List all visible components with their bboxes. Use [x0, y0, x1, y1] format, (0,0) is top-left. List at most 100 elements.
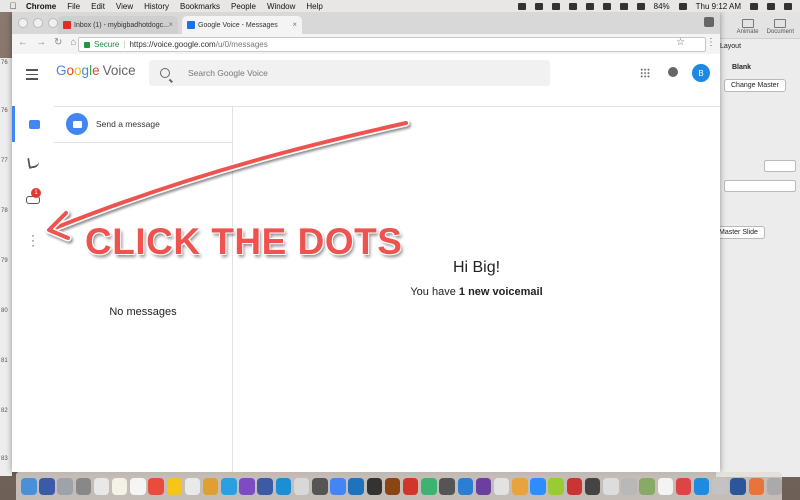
search-icon[interactable]	[750, 2, 758, 10]
menu-help[interactable]: Help	[306, 2, 322, 11]
dock-app-icon[interactable]	[111, 477, 128, 495]
minimize-window-button[interactable]	[33, 18, 43, 28]
tab-document[interactable]: Document	[767, 19, 794, 35]
bookmark-star-icon[interactable]: ☆	[676, 37, 685, 48]
inspector-dropdown[interactable]	[724, 180, 796, 192]
menu-history[interactable]: History	[144, 2, 169, 11]
dock-app-icon[interactable]	[512, 477, 528, 495]
battery-percent[interactable]: 84%	[654, 2, 670, 11]
dock-app-icon[interactable]	[566, 477, 583, 495]
dock-app-icon[interactable]	[93, 477, 110, 495]
dock-app-icon[interactable]	[493, 477, 510, 495]
dock-app-icon[interactable]	[766, 477, 783, 495]
dock-app-icon[interactable]	[312, 477, 328, 495]
inspector-field[interactable]	[764, 160, 796, 172]
dock-app-icon[interactable]	[439, 477, 455, 495]
dock-app-icon[interactable]	[366, 477, 383, 495]
dock-app-icon[interactable]	[402, 477, 419, 495]
home-icon[interactable]: ⌂	[70, 37, 76, 48]
dock-app-icon[interactable]	[457, 477, 473, 495]
status-icon[interactable]	[517, 2, 526, 10]
clock[interactable]: Thu 9:12 AM	[696, 2, 741, 11]
dock-app-icon[interactable]	[584, 477, 601, 495]
apple-menu-icon[interactable]: 	[6, 1, 20, 11]
address-bar[interactable]: Secure | https://voice.google.com/u/0/me…	[78, 37, 706, 52]
dock-app-icon[interactable]	[21, 477, 37, 495]
dock-app-icon[interactable]	[57, 477, 73, 495]
dock-app-icon[interactable]	[675, 477, 692, 495]
back-arrow-icon[interactable]: ←	[18, 37, 28, 48]
reload-icon[interactable]: ↻	[54, 37, 62, 48]
dock-app-icon[interactable]	[748, 477, 764, 495]
more-options-dots[interactable]: · · ·	[12, 222, 54, 258]
nav-messages[interactable]	[12, 106, 54, 142]
dock-app-icon[interactable]	[639, 477, 655, 495]
send-message-button[interactable]: Send a message	[54, 106, 232, 143]
wifi-icon[interactable]	[602, 2, 611, 10]
airplay-icon[interactable]	[619, 2, 628, 10]
user-icon[interactable]	[767, 2, 775, 10]
dock-app-icon[interactable]	[221, 477, 237, 495]
bluetooth-icon[interactable]	[585, 2, 594, 10]
nav-voicemail[interactable]: 1	[12, 182, 54, 218]
apps-grid-icon[interactable]	[640, 68, 650, 78]
skype-icon[interactable]	[568, 2, 577, 10]
notification-center-icon[interactable]	[784, 2, 792, 10]
search-input[interactable]: Search Google Voice	[149, 60, 550, 86]
menu-window[interactable]: Window	[267, 2, 295, 11]
tab-animate[interactable]: Animate	[737, 19, 759, 35]
browser-tab-inbox[interactable]: Inbox (1) - mybigbadhotdogc... ×	[58, 16, 178, 34]
dock-app-icon[interactable]	[384, 477, 401, 495]
notifications-icon[interactable]	[668, 67, 678, 77]
dock-app-icon[interactable]	[184, 477, 201, 495]
zoom-window-button[interactable]	[48, 18, 58, 28]
close-window-button[interactable]	[18, 18, 28, 28]
dock-app-icon[interactable]	[730, 477, 746, 495]
menu-people[interactable]: People	[231, 2, 256, 11]
change-master-button[interactable]: Change Master	[724, 79, 786, 92]
nav-calls[interactable]	[12, 144, 54, 180]
logo-letter: e	[92, 63, 100, 78]
dock-app-icon[interactable]	[148, 477, 164, 495]
dock-app-icon[interactable]	[603, 477, 619, 495]
dock-app-icon[interactable]	[421, 477, 437, 495]
dock-app-icon[interactable]	[166, 477, 182, 495]
dock-app-icon[interactable]	[239, 477, 255, 495]
dock-app-icon[interactable]	[348, 477, 364, 495]
dock-app-icon[interactable]	[130, 477, 146, 495]
dock-app-icon[interactable]	[257, 477, 273, 495]
dock-app-icon[interactable]	[621, 477, 637, 495]
chrome-menu-icon[interactable]: ⋮	[706, 37, 716, 48]
search-icon[interactable]	[160, 68, 170, 78]
forward-arrow-icon[interactable]: →	[36, 37, 46, 48]
main-menu-icon[interactable]	[26, 69, 38, 83]
dock-app-icon[interactable]	[712, 477, 728, 495]
edit-master-slide-button[interactable]: Master Slide	[716, 226, 765, 239]
dock-app-icon[interactable]	[657, 477, 674, 495]
flag-icon[interactable]	[678, 2, 687, 10]
menu-file[interactable]: File	[67, 2, 80, 11]
dock-app-icon[interactable]	[202, 477, 219, 495]
menu-edit[interactable]: Edit	[91, 2, 105, 11]
close-tab-icon[interactable]: ×	[292, 20, 297, 29]
avatar[interactable]: B	[692, 64, 710, 82]
dock-app-icon[interactable]	[75, 477, 92, 495]
close-tab-icon[interactable]: ×	[168, 20, 173, 29]
dock-app-icon[interactable]	[530, 477, 546, 495]
dock-app-icon[interactable]	[330, 477, 346, 495]
menu-view[interactable]: View	[116, 2, 133, 11]
dropbox-icon[interactable]	[551, 2, 560, 10]
menu-bookmarks[interactable]: Bookmarks	[180, 2, 220, 11]
incognito-profile-icon[interactable]	[704, 17, 714, 27]
browser-tab-google-voice[interactable]: Google Voice - Messages ×	[182, 16, 302, 34]
dock-app-icon[interactable]	[39, 477, 55, 495]
google-voice-logo[interactable]: Google Voice	[56, 63, 136, 78]
volume-icon[interactable]	[636, 2, 645, 10]
menu-app-name[interactable]: Chrome	[26, 2, 56, 11]
dock-app-icon[interactable]	[475, 477, 492, 495]
dock-app-icon[interactable]	[693, 477, 710, 495]
dock-app-icon[interactable]	[293, 477, 310, 495]
dock-app-icon[interactable]	[275, 477, 292, 495]
status-icon[interactable]	[534, 2, 543, 10]
dock-app-icon[interactable]	[548, 477, 564, 495]
